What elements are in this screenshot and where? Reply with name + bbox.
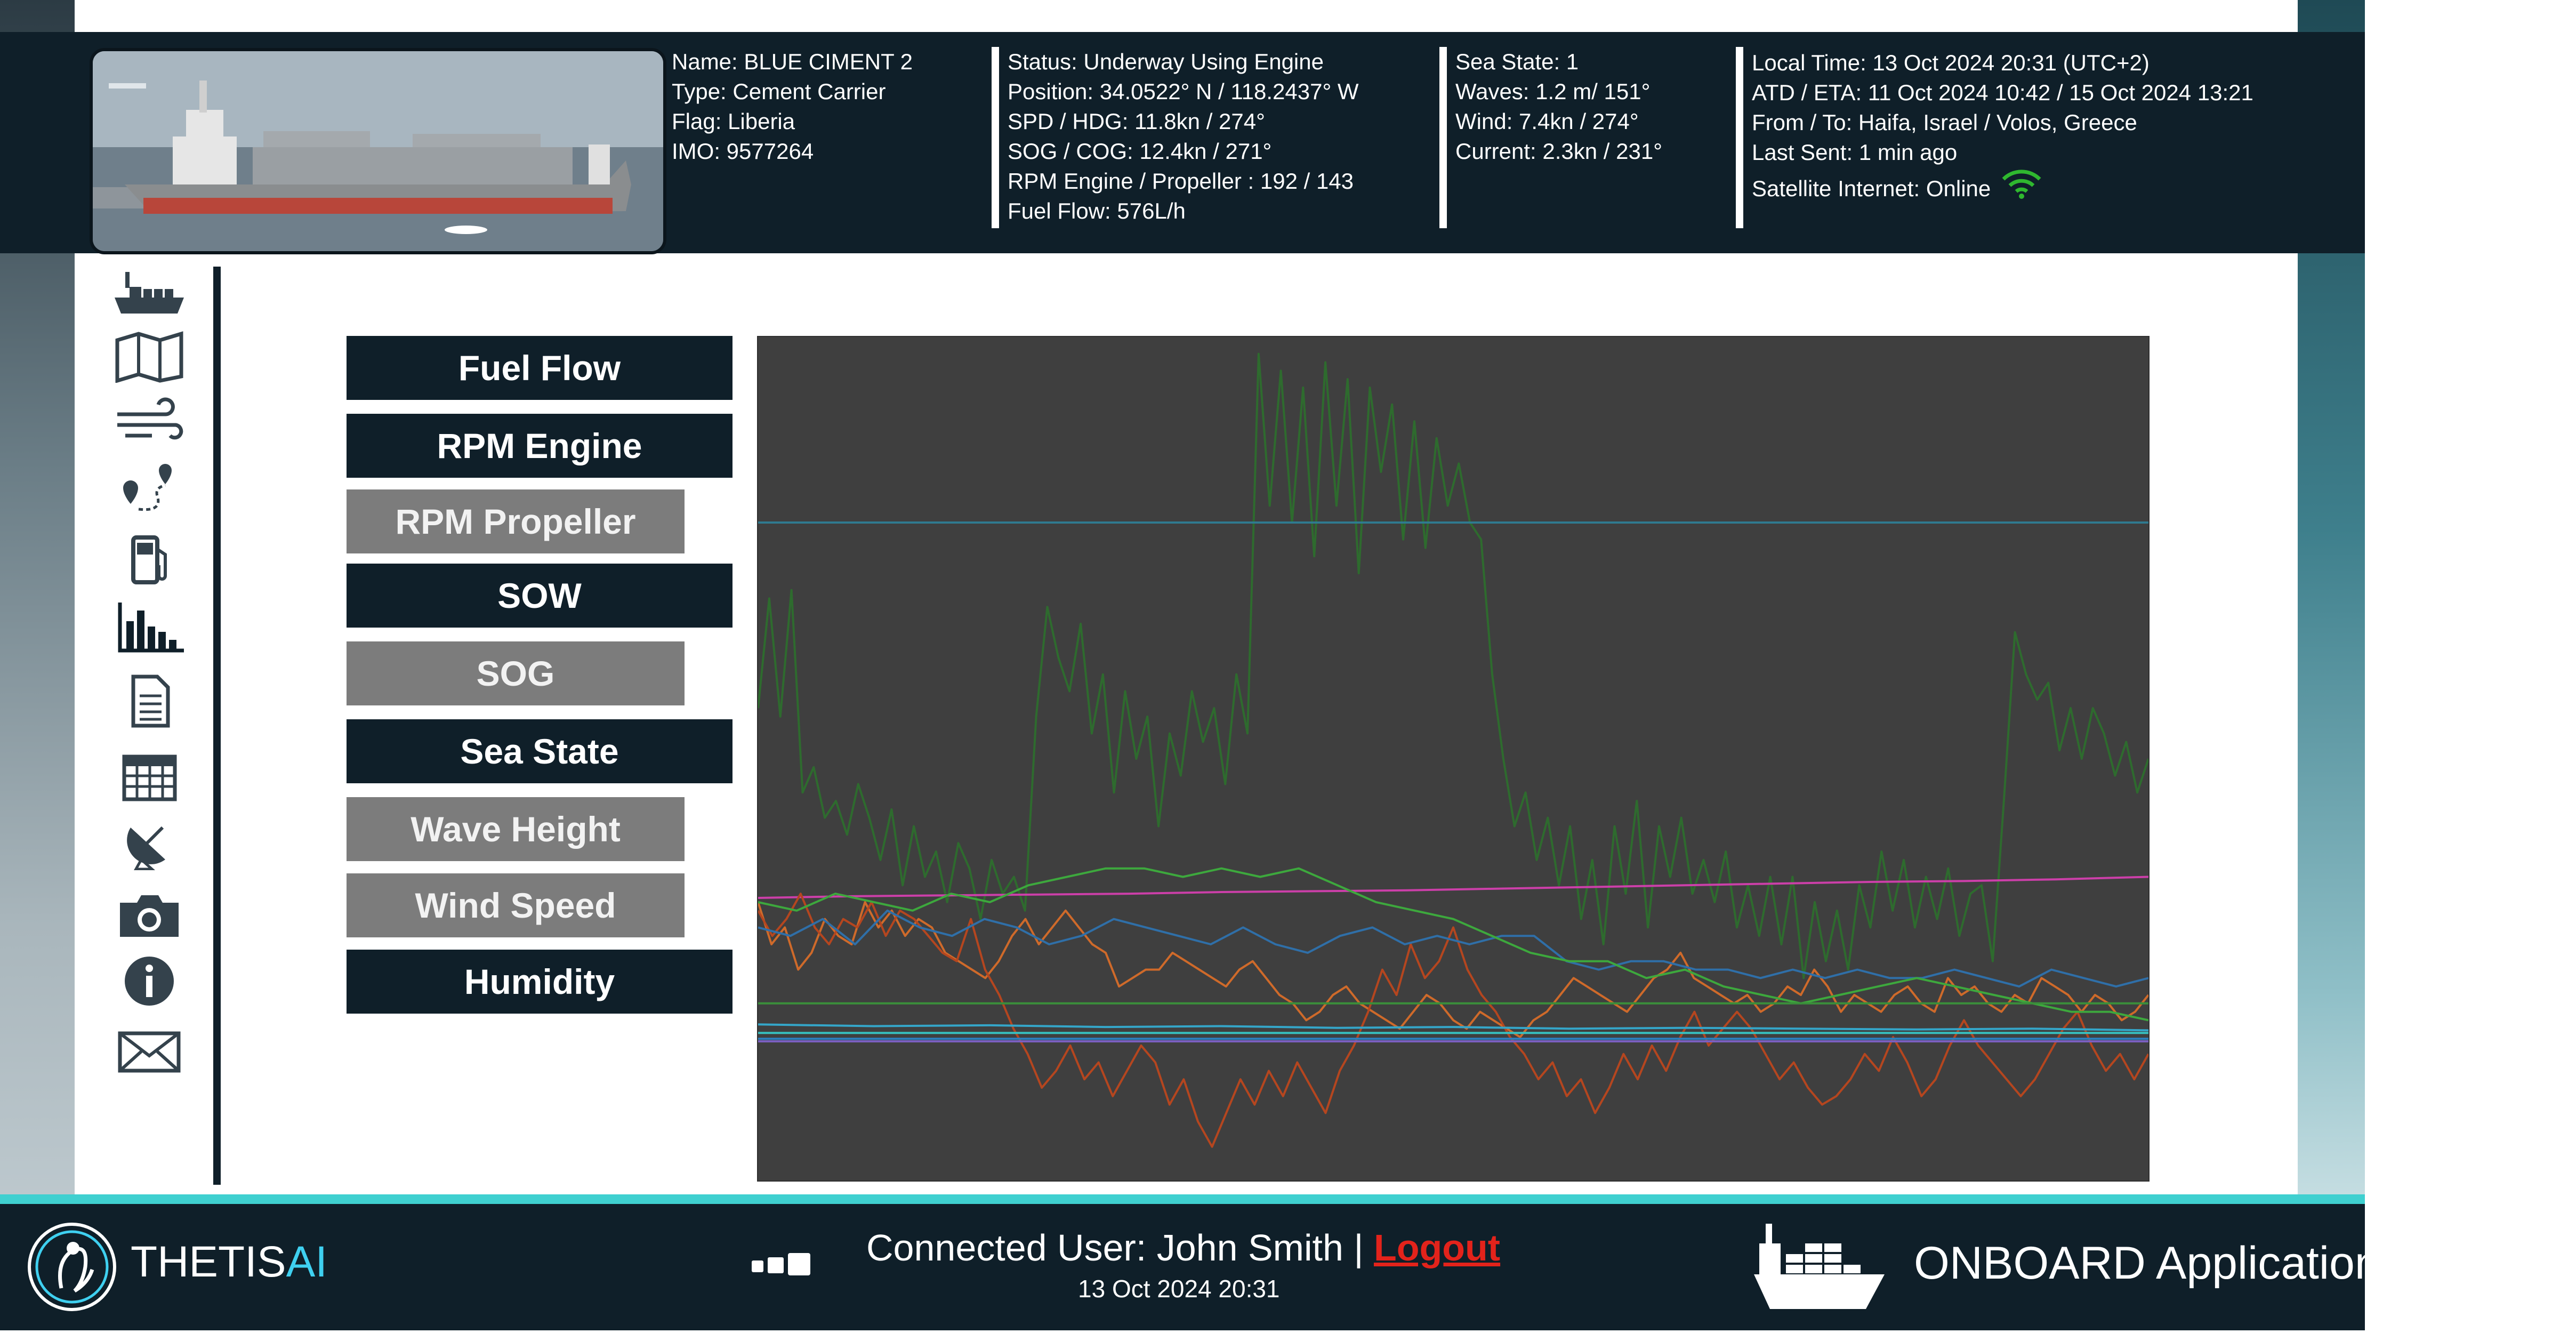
satellite-status-text: Satellite Internet: Online xyxy=(1752,176,1991,201)
nav-sog-cog: SOG / COG: 12.4kn / 271° xyxy=(1008,139,1272,164)
header-divider xyxy=(1736,47,1743,228)
app-label: ONBOARD Application xyxy=(1914,1238,2380,1289)
voyage-from-to: From / To: Haifa, Israel / Volos, Greece xyxy=(1752,110,2137,135)
bar-chart-icon[interactable] xyxy=(109,600,189,653)
route-icon[interactable] xyxy=(109,464,189,517)
vessel-header: Name: BLUE CIMENT 2 Type: Cement Carrier… xyxy=(0,32,2365,254)
info-icon[interactable] xyxy=(109,954,189,1008)
header-divider xyxy=(1439,47,1447,228)
sidebar-divider xyxy=(213,267,221,1185)
nav-spd-hdg: SPD / HDG: 11.8kn / 274° xyxy=(1008,109,1265,134)
weather-current: Current: 2.3kn / 231° xyxy=(1455,139,1663,164)
camera-icon[interactable] xyxy=(109,888,189,941)
navigation-info: Status: Underway Using Engine Position: … xyxy=(1008,47,1359,226)
metric-button-rpm-engine[interactable]: RPM Engine xyxy=(347,414,732,478)
ship-logo-icon xyxy=(1754,1224,1885,1309)
metric-button-humidity[interactable]: Humidity xyxy=(347,950,732,1014)
voyage-local-time: Local Time: 13 Oct 2024 20:31 (UTC+2) xyxy=(1752,50,2150,75)
vessel-info: Name: BLUE CIMENT 2 Type: Cement Carrier… xyxy=(672,47,913,166)
chart-series-line-0 xyxy=(757,352,2150,979)
ship-icon[interactable] xyxy=(109,267,189,320)
metric-button-wave-height[interactable]: Wave Height xyxy=(347,797,685,861)
wind-icon[interactable] xyxy=(109,397,189,451)
connection-date: 13 Oct 2024 20:31 xyxy=(1078,1275,1280,1303)
fuel-pump-icon[interactable] xyxy=(109,533,189,587)
vessel-photo xyxy=(90,48,666,254)
map-icon[interactable] xyxy=(109,330,189,383)
document-icon[interactable] xyxy=(109,674,189,728)
satellite-dish-icon[interactable] xyxy=(109,817,189,871)
nav-fuel-flow: Fuel Flow: 576L/h xyxy=(1008,198,1186,223)
vessel-imo: IMO: 9577264 xyxy=(672,139,814,164)
metric-button-wind-speed[interactable]: Wind Speed xyxy=(347,873,685,937)
thetis-logo-icon xyxy=(28,1223,116,1311)
metric-button-fuel-flow[interactable]: Fuel Flow xyxy=(347,336,732,400)
voyage-satellite: Satellite Internet: Online xyxy=(1752,167,2253,204)
weather-info: Sea State: 1 Waves: 1.2 m/ 151° Wind: 7.… xyxy=(1455,47,1662,166)
loading-dots-icon xyxy=(752,1253,810,1275)
weather-wind: Wind: 7.4kn / 274° xyxy=(1455,109,1639,134)
nav-rpm: RPM Engine / Propeller : 192 / 143 xyxy=(1008,168,1354,194)
voyage-last-sent: Last Sent: 1 min ago xyxy=(1752,140,1958,165)
header-divider xyxy=(992,47,999,228)
metric-button-sog[interactable]: SOG xyxy=(347,641,685,705)
vessel-flag: Flag: Liberia xyxy=(672,109,795,134)
footer-bar: THETISAI Connected User: John Smith | Lo… xyxy=(0,1204,2380,1330)
metric-button-sea-state[interactable]: Sea State xyxy=(347,719,732,783)
metrics-chart xyxy=(757,336,2150,1182)
nav-position: Position: 34.0522° N / 118.2437° W xyxy=(1008,79,1359,104)
footer-accent-line xyxy=(0,1194,2365,1204)
brand-ai-text: AI xyxy=(286,1238,328,1286)
weather-waves: Waves: 1.2 m/ 151° xyxy=(1455,79,1651,104)
brand-main-text: THETIS xyxy=(131,1238,286,1286)
voyage-info: Local Time: 13 Oct 2024 20:31 (UTC+2) AT… xyxy=(1752,48,2253,204)
connected-user-text: Connected User: John Smith | xyxy=(866,1227,1374,1268)
vessel-type: Type: Cement Carrier xyxy=(672,79,886,104)
chart-plot xyxy=(757,352,2150,1148)
metric-button-rpm-propeller[interactable]: RPM Propeller xyxy=(347,489,685,553)
logout-link[interactable]: Logout xyxy=(1374,1227,1500,1268)
weather-sea-state: Sea State: 1 xyxy=(1455,49,1579,74)
chart-series-line-3 xyxy=(757,901,2150,1039)
chart-series-line-2 xyxy=(758,876,2149,899)
metric-button-sow[interactable]: SOW xyxy=(347,564,732,628)
background-right-white xyxy=(2365,0,2576,1341)
chart-series-line-5 xyxy=(758,909,2149,988)
vessel-name: Name: BLUE CIMENT 2 xyxy=(672,49,913,74)
brand-name: THETISAI xyxy=(131,1237,327,1287)
chart-series-line-8 xyxy=(758,1023,2149,1032)
wifi-icon xyxy=(2002,170,2041,199)
connected-user: Connected User: John Smith | Logout xyxy=(866,1226,1500,1269)
nav-status: Status: Underway Using Engine xyxy=(1008,49,1324,74)
mail-icon[interactable] xyxy=(109,1024,189,1077)
calendar-icon[interactable] xyxy=(109,749,189,802)
voyage-atd-eta: ATD / ETA: 11 Oct 2024 10:42 / 15 Oct 20… xyxy=(1752,80,2253,105)
